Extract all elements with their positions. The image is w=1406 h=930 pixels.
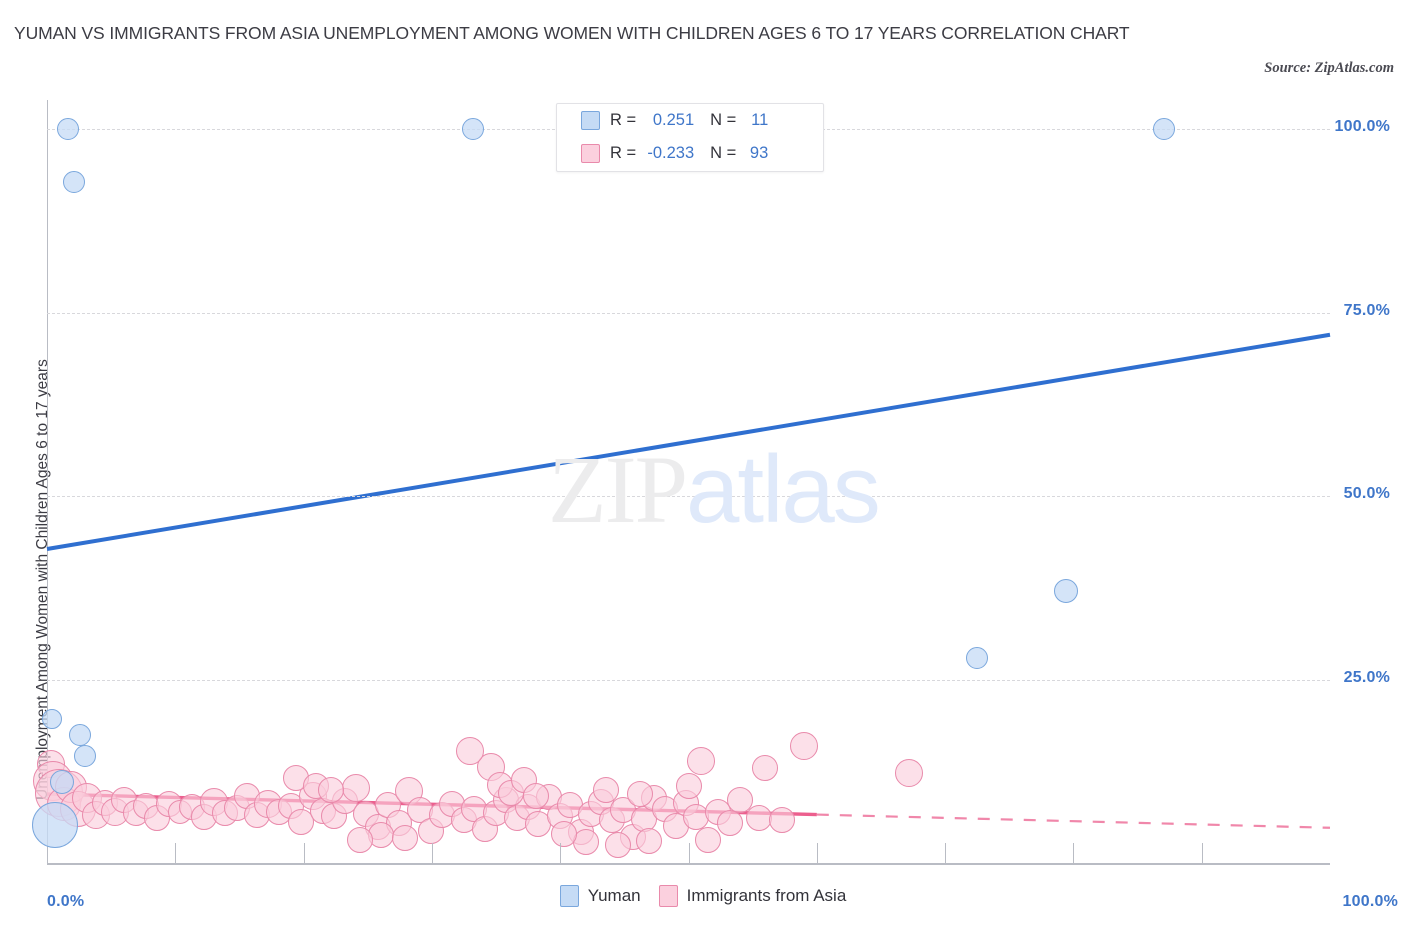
x-axis-tick <box>945 843 947 863</box>
data-point[interactable] <box>626 781 653 808</box>
legend-label-immigrants: Immigrants from Asia <box>686 886 847 905</box>
x-axis-tick <box>560 843 562 863</box>
stats-r-value-immigrants: -0.233 <box>647 144 695 162</box>
source-label: Source: ZipAtlas.com <box>1264 60 1394 76</box>
data-point[interactable] <box>62 171 85 194</box>
legend-label-yuman: Yuman <box>587 886 641 905</box>
data-point[interactable] <box>716 809 743 836</box>
legend-item-yuman[interactable]: Yuman <box>559 885 641 907</box>
y-tick-label: 50.0% <box>1343 485 1390 503</box>
stats-n-label-immigrants: N = <box>710 144 737 162</box>
x-axis-tick <box>431 843 433 863</box>
data-point[interactable] <box>694 826 721 853</box>
data-point[interactable] <box>56 118 79 141</box>
x-axis-tick <box>1201 843 1203 863</box>
correlation-stats-box: R = 0.251 N = 11 R = -0.233 N = 93 <box>556 103 824 172</box>
x-axis-tick <box>175 843 177 863</box>
trendline-yuman <box>46 332 1331 551</box>
data-point[interactable] <box>966 646 989 669</box>
data-point[interactable] <box>635 827 662 854</box>
stats-r-label-yuman: R = <box>610 111 637 129</box>
data-point[interactable] <box>593 776 620 803</box>
y-tick-label: 75.0% <box>1343 301 1390 319</box>
x-axis-tick <box>688 843 690 863</box>
y-tick-labels: 25.0% 50.0% 75.0% 100.0% <box>1210 100 1398 863</box>
x-axis-tick <box>816 843 818 863</box>
gridline-y <box>47 496 1330 498</box>
x-axis-tick <box>303 843 305 863</box>
chart-page: YUMAN VS IMMIGRANTS FROM ASIA UNEMPLOYME… <box>0 0 1406 930</box>
y-axis-title: Unemployment Among Women with Children A… <box>12 200 51 820</box>
data-point[interactable] <box>746 804 773 831</box>
stats-n-value-immigrants: 93 <box>749 144 769 162</box>
data-point[interactable] <box>391 825 418 852</box>
data-point[interactable] <box>675 772 702 799</box>
stats-swatch-yuman <box>581 111 600 130</box>
data-point[interactable] <box>1053 578 1078 603</box>
y-tick-label: 25.0% <box>1343 668 1390 686</box>
x-axis-line <box>47 863 1330 865</box>
legend-swatch-immigrants <box>658 885 678 907</box>
stats-swatch-immigrants <box>581 144 600 163</box>
legend-swatch-yuman <box>559 885 579 907</box>
y-tick-label: 100.0% <box>1334 118 1390 136</box>
plot-area <box>31 100 1331 863</box>
stats-n-label-yuman: N = <box>710 111 737 129</box>
page-title: YUMAN VS IMMIGRANTS FROM ASIA UNEMPLOYME… <box>14 23 1130 43</box>
series-legend: Yuman Immigrants from Asia <box>0 885 1406 907</box>
stats-r-label-immigrants: R = <box>610 144 637 162</box>
data-point[interactable] <box>31 801 78 848</box>
data-point[interactable] <box>522 782 549 809</box>
data-point[interactable] <box>789 731 818 760</box>
trendlines <box>46 332 1331 829</box>
gridline-y <box>47 312 1330 314</box>
data-point[interactable] <box>50 769 75 794</box>
stats-n-value-yuman: 11 <box>751 111 769 129</box>
legend-item-immigrants[interactable]: Immigrants from Asia <box>658 885 847 907</box>
stats-r-value-yuman: 0.251 <box>652 111 695 129</box>
data-point[interactable] <box>69 723 92 746</box>
data-point[interactable] <box>317 777 344 804</box>
x-axis-tick <box>1073 843 1075 863</box>
stats-row-yuman: R = 0.251 N = 11 <box>557 104 823 137</box>
stats-row-immigrants: R = -0.233 N = 93 <box>557 137 823 170</box>
gridline-y <box>47 679 1330 681</box>
